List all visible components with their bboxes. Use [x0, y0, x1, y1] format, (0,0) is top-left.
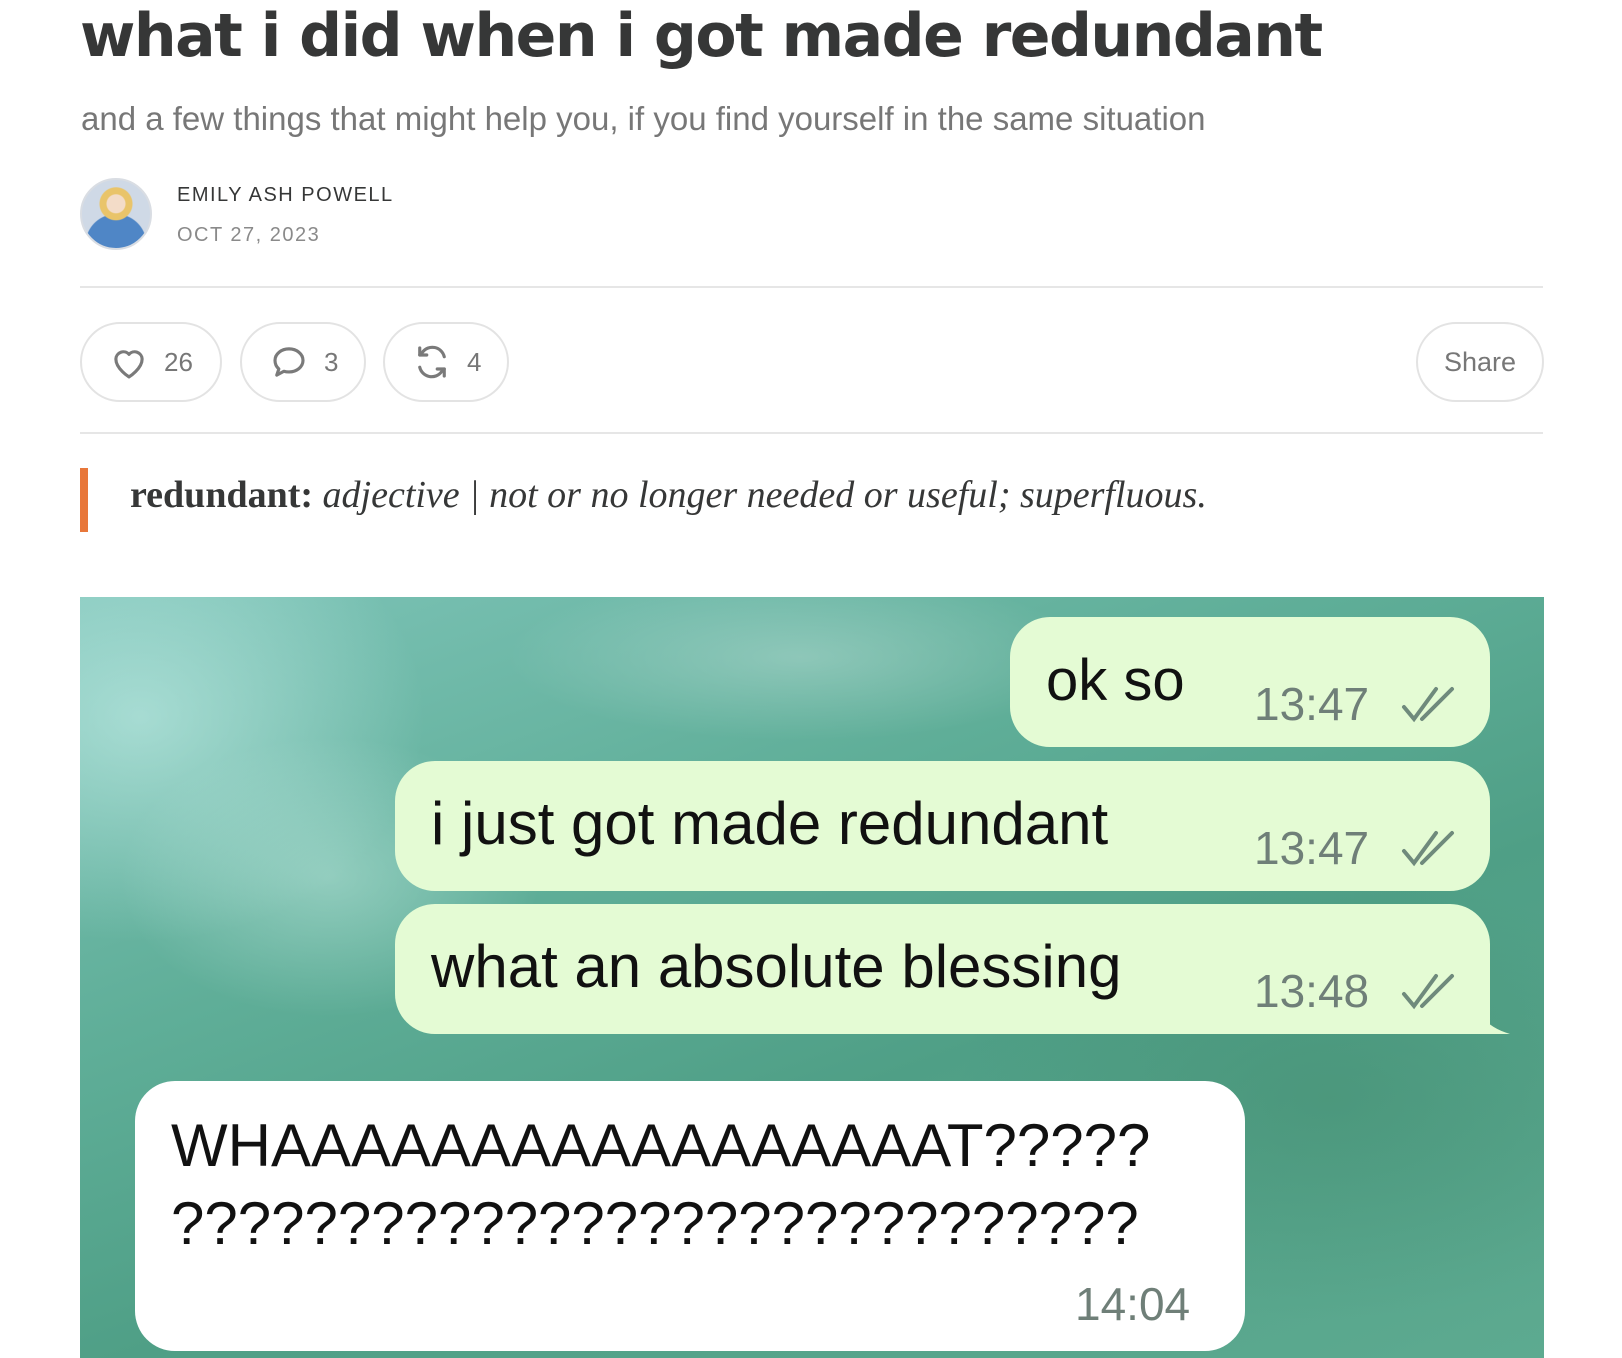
restack-count: 4 — [467, 346, 482, 377]
double-check-icon — [1402, 687, 1454, 723]
message-time: 13:48 — [1254, 965, 1370, 1017]
quote-term: redundant: — [130, 474, 314, 516]
chat-message-incoming: WHAAAAAAAAAAAAAAAAAT????? ??????????????… — [135, 1081, 1245, 1351]
post-date: OCT 27, 2023 — [177, 224, 321, 246]
heart-icon — [114, 350, 144, 379]
post-title: what i did when i got made redundant — [80, 1, 1323, 71]
author-avatar[interactable] — [80, 178, 152, 250]
double-check-icon — [1402, 974, 1454, 1010]
comment-button[interactable]: 3 — [240, 322, 366, 402]
share-button[interactable]: Share — [1416, 322, 1544, 402]
bubble-tail — [1472, 996, 1510, 1034]
message-text: ok so — [1046, 648, 1185, 713]
post-subtitle: and a few things that might help you, if… — [81, 100, 1206, 137]
definition-quote: redundant: adjective | not or no longer … — [130, 473, 1207, 517]
quote-definition: adjective | not or no longer needed or u… — [313, 474, 1207, 516]
comment-bubble-icon — [273, 347, 305, 377]
message-time: 13:47 — [1254, 822, 1370, 874]
chat-message-outgoing: what an absolute blessing 13:48 — [395, 904, 1490, 1034]
message-text: what an absolute blessing — [431, 933, 1122, 1000]
double-check-icon — [1402, 831, 1454, 867]
like-count: 26 — [164, 346, 193, 377]
author-name[interactable]: EMILY ASH POWELL — [177, 184, 394, 207]
restack-button[interactable]: 4 — [383, 322, 509, 402]
message-text-line2: ????????????????????????????? — [171, 1190, 1139, 1257]
chat-message-outgoing: ok so 13:47 — [1010, 617, 1490, 747]
chat-screenshot: ok so 13:47 i just got made redundant 13… — [80, 597, 1544, 1358]
comment-count: 3 — [324, 346, 339, 377]
like-button[interactable]: 26 — [80, 322, 222, 402]
restack-icon — [418, 345, 446, 379]
message-text: i just got made redundant — [431, 790, 1109, 857]
divider-bottom — [80, 432, 1543, 434]
quote-accent-bar — [80, 468, 88, 532]
chat-message-outgoing: i just got made redundant 13:47 — [395, 761, 1490, 891]
message-time: 13:47 — [1254, 678, 1370, 730]
divider-top — [80, 286, 1543, 288]
message-text-line1: WHAAAAAAAAAAAAAAAAAT????? — [171, 1112, 1151, 1179]
message-time: 14:04 — [1075, 1278, 1191, 1330]
